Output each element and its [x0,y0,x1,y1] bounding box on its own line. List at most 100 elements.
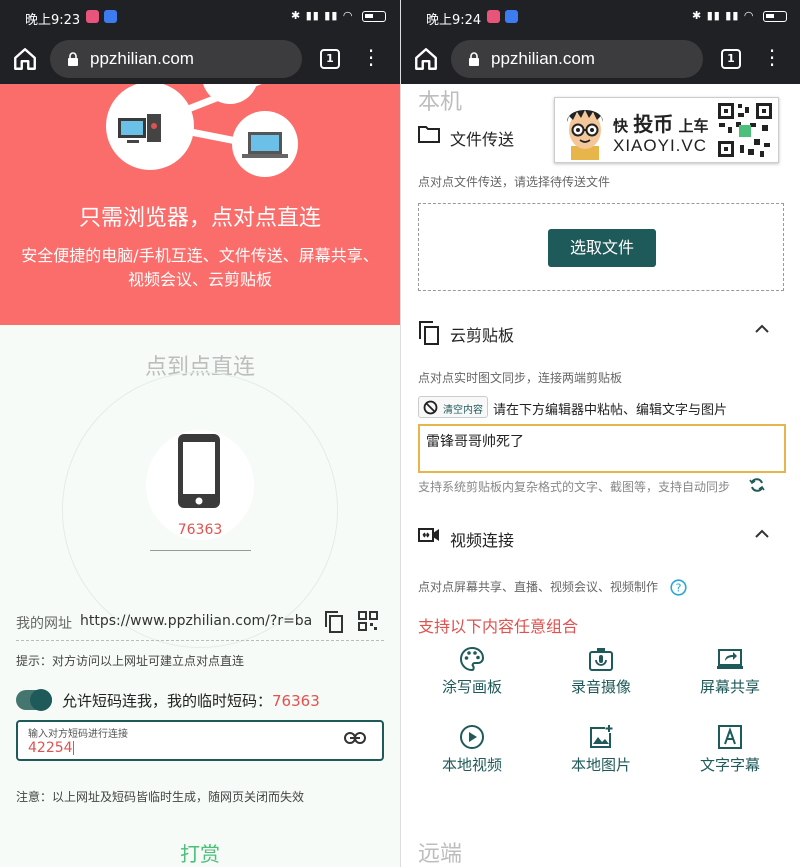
my-url-row: 我的网址 https://www.ppzhilian.com/?r=ba0ff0 [16,605,384,641]
feature-label: 屏幕共享 [699,678,760,696]
toggle-knob [30,689,52,711]
watermark-text-a: 快 [613,117,629,135]
feature-label: 本地图片 [570,756,631,774]
watermark-text-c: 上车 [678,117,709,135]
notification-app-icon [487,10,500,23]
peer-code-input-label: 输入对方短码进行连接 [28,729,128,740]
browser-toolbar: ppzhilian.com 1 · · · [401,34,800,84]
clear-content-label: 清空内容 [443,405,483,416]
clipboard-sync-note: 支持系统剪贴板内复杂格式的文字、截图等，支持自动同步 [418,480,731,494]
clipboard-header[interactable]: 云剪贴板 [418,318,784,348]
clipboard-instruction: 请在下方编辑器中粘帖、编辑文字与图片 [493,403,728,418]
left-phone-screen: 晚上9:23 ✱ ▮▮ ▮▮ ◠ ppzhilian.com 1 · · · 只需浏… [0,0,400,867]
system-indicators: ✱ ▮▮ ▮▮ ◠ [692,9,787,22]
toggle-label-text: 允许短码连我，我的临时短码： [62,692,273,710]
sync-icon[interactable] [749,477,765,493]
text-caption-icon [718,725,742,749]
browser-toolbar: ppzhilian.com 1 · · · [0,34,400,84]
short-code-toggle[interactable] [16,689,52,711]
feature-local-video[interactable]: 本地视频 [417,724,527,775]
qr-code-image [716,101,774,159]
hero-subtitle: 安全便捷的电脑/手机互连、文件传送、屏幕共享、视频会议、云剪贴板 [21,246,379,289]
play-circle-icon [460,725,484,749]
help-icon[interactable]: ? [670,579,687,596]
battery-icon [362,10,386,22]
combo-title: 支持以下内容任意组合 [418,617,579,636]
peer-code-input-value[interactable]: 42254 [28,740,74,756]
chevron-up-icon[interactable] [755,324,769,333]
link-icon[interactable] [344,731,366,745]
status-bar: 晚上9:24 ✱ ▮▮ ▮▮ ◠ [401,0,800,34]
notification-app-icon [86,10,99,23]
feature-audio-video-record[interactable]: 录音摄像 [546,646,656,697]
battery-icon [763,10,787,22]
device-short-code: 76363 [177,522,223,538]
peer-code-input[interactable]: 输入对方短码进行连接 42254 [16,720,384,761]
peer-code-value-text: 42254 [28,740,73,756]
home-icon[interactable] [12,46,38,72]
my-url-label: 我的网址 [16,616,72,632]
divider [150,550,251,551]
note-text: 注意：以上网址及短码皆临时生成，随网页关闭而失效 [16,790,305,804]
block-icon [423,400,438,415]
watermark-slogan: 快 投币 上车 [613,108,709,137]
file-drop-zone[interactable]: 选取文件 [418,203,784,291]
short-code-toggle-row: 允许短码连我，我的临时短码：76363 [16,688,384,712]
feature-local-image[interactable]: 本地图片 [546,724,656,775]
my-url-value[interactable]: https://www.ppzhilian.com/?r=ba0ff0 [80,613,312,629]
url-text: ppzhilian.com [90,49,194,68]
feature-text-caption[interactable]: 文字字幕 [675,724,785,775]
home-icon[interactable] [413,46,439,72]
notification-app-icon [505,10,518,23]
feature-whiteboard[interactable]: 涂写画板 [417,646,527,697]
screen-share-icon [717,649,743,669]
watermark-badge: 快 投币 上车 XIAOYI.VC [554,97,779,163]
video-connect-desc: 点对点屏幕共享、直播、视频会议、视频制作 ? [418,578,687,596]
video-connect-header[interactable]: 视频连接 [418,523,784,553]
lock-icon [68,52,78,66]
system-indicators: ✱ ▮▮ ▮▮ ◠ [291,9,386,22]
status-bar: 晚上9:23 ✱ ▮▮ ▮▮ ◠ [0,0,400,34]
status-time: 晚上9:24 [426,13,482,28]
qr-code-icon[interactable] [358,611,378,631]
clipboard-desc: 点对点实时图文同步，连接两端剪贴板 [418,371,623,385]
clear-content-button[interactable]: 清空内容 [418,396,488,418]
tab-switcher-button[interactable]: 1 [721,49,741,69]
feature-label: 文字字幕 [699,756,760,774]
copy-icon[interactable] [324,611,344,633]
add-photo-icon [590,725,613,748]
watermark-domain: XIAOYI.VC [613,136,708,155]
url-text: ppzhilian.com [491,49,595,68]
feature-label: 本地视频 [441,756,502,774]
video-connect-icon [418,528,439,542]
choose-file-button[interactable]: 选取文件 [548,229,656,267]
phone-icon [178,434,220,508]
folder-icon [418,126,440,143]
tab-switcher-button[interactable]: 1 [320,49,340,69]
tip-link[interactable]: 打赏 [0,838,400,867]
menu-kebab-icon[interactable]: · · · [366,41,376,75]
chevron-up-icon[interactable] [755,529,769,538]
clipboard-title: 云剪贴板 [450,326,515,345]
address-bar[interactable]: ppzhilian.com [50,40,302,78]
menu-kebab-icon[interactable]: · · · [767,41,777,75]
text-caret [72,741,74,755]
toggle-label: 允许短码连我，我的临时短码：76363 [62,690,320,711]
copy-icon [419,321,439,345]
cartoon-avatar [567,110,603,160]
clipboard-editor[interactable]: 雷锋哥哥帅死了 [418,424,786,473]
svg-text:?: ? [675,582,681,595]
video-connect-desc-text: 点对点屏幕共享、直播、视频会议、视频制作 [418,580,659,594]
feature-label: 涂写画板 [441,678,502,696]
feature-screen-share[interactable]: 屏幕共享 [675,646,785,697]
status-time: 晚上9:23 [25,13,81,28]
watermark-text-b: 投币 [633,112,674,136]
palette-icon [460,646,485,672]
lock-icon [469,52,479,66]
remote-section-title: 远端 [418,842,463,867]
address-bar[interactable]: ppzhilian.com [451,40,703,78]
hint-text: 提示：对方访问以上网址可建立点对点直连 [16,654,245,668]
camera-record-icon [589,648,613,671]
notification-app-icon [104,10,117,23]
hero-title: 只需浏览器，点对点直连 [78,206,321,231]
